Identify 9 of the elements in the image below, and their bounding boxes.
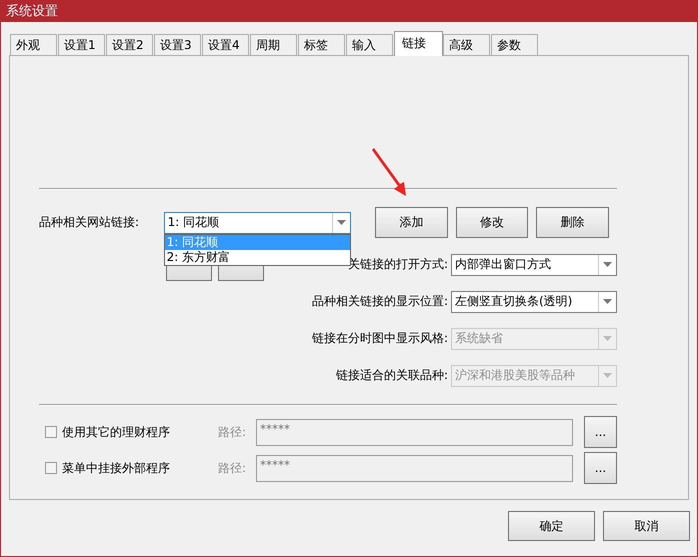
field-label: 路径:	[218, 460, 248, 476]
field-label: 链接在分时图中显示风格:	[312, 330, 448, 347]
field-label: 品种相关网站链接:	[39, 214, 140, 231]
field-label: 路径:	[218, 424, 248, 440]
checkbox-label: 使用其它的理财程序	[62, 424, 171, 440]
field-label: 品种相关链接的显示位置:	[312, 293, 448, 310]
checkbox-label: 菜单中挂接外部程序	[62, 460, 171, 476]
window-title: 系统设置	[6, 3, 58, 20]
field-label: 链接适合的关联品种:	[336, 367, 448, 384]
